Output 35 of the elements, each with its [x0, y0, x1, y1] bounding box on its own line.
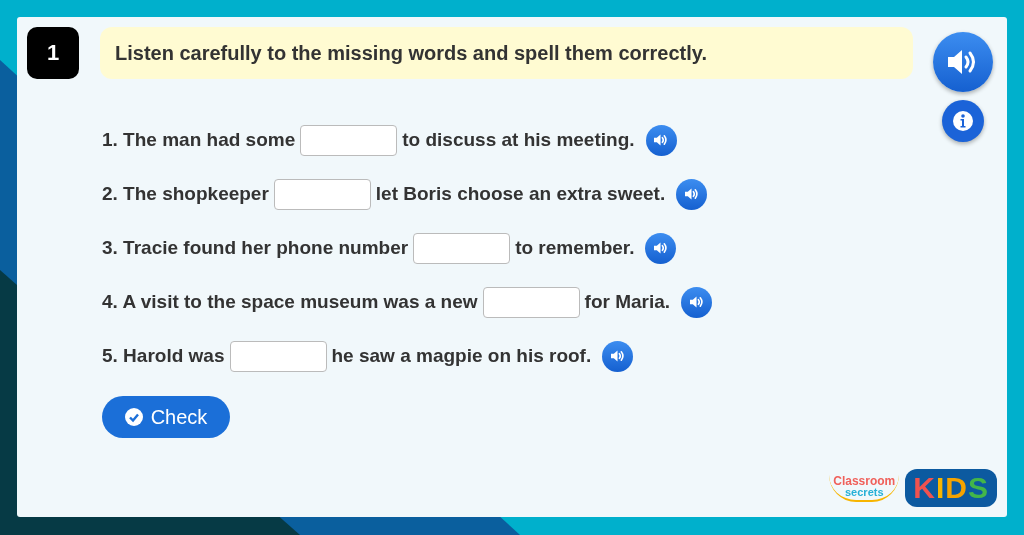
logo-text: Classroom	[833, 474, 896, 487]
sentence-text: for Maria.	[584, 291, 671, 313]
audio-button[interactable]	[676, 178, 708, 210]
answer-field[interactable]	[229, 340, 327, 372]
speaker-icon	[683, 187, 700, 201]
speaker-icon	[653, 241, 669, 255]
audio-button[interactable]	[681, 286, 713, 318]
speaker-icon	[653, 133, 669, 147]
sentence-text: he saw a magpie on his roof.	[331, 345, 592, 367]
answer-field[interactable]	[300, 124, 398, 156]
question-number: 1	[27, 27, 79, 79]
audio-button[interactable]	[645, 232, 677, 264]
info-button[interactable]	[942, 100, 984, 142]
answer-field[interactable]	[413, 232, 511, 264]
answer-field[interactable]	[273, 178, 371, 210]
instruction-text: Listen carefully to the missing words and spell them correctly.	[100, 27, 913, 79]
sentence-text: 5. Harold was	[102, 345, 225, 367]
kids-logo: KIDS	[905, 469, 997, 507]
sentence-text: 2. The shopkeeper	[102, 183, 269, 205]
speaker-icon	[688, 295, 705, 309]
check-icon	[124, 408, 143, 426]
info-icon	[952, 110, 974, 132]
speaker-icon	[609, 349, 626, 363]
sentence-text: 4. A visit to the space museum was a new	[102, 291, 478, 313]
sentence-text: 1. The man had some	[102, 129, 296, 151]
sentence-text: to discuss at his meeting.	[402, 129, 635, 151]
sentence-text: let Boris choose an extra sweet.	[375, 183, 666, 205]
audio-button[interactable]	[645, 124, 677, 156]
sentence-text: 3. Tracie found her phone number	[102, 237, 409, 259]
audio-button[interactable]	[933, 32, 993, 92]
answer-field[interactable]	[482, 286, 580, 318]
audio-button[interactable]	[602, 340, 634, 372]
sentence-text: to remember.	[515, 237, 635, 259]
check-button[interactable]: Check	[102, 396, 230, 438]
logo-text: secrets	[845, 486, 884, 498]
